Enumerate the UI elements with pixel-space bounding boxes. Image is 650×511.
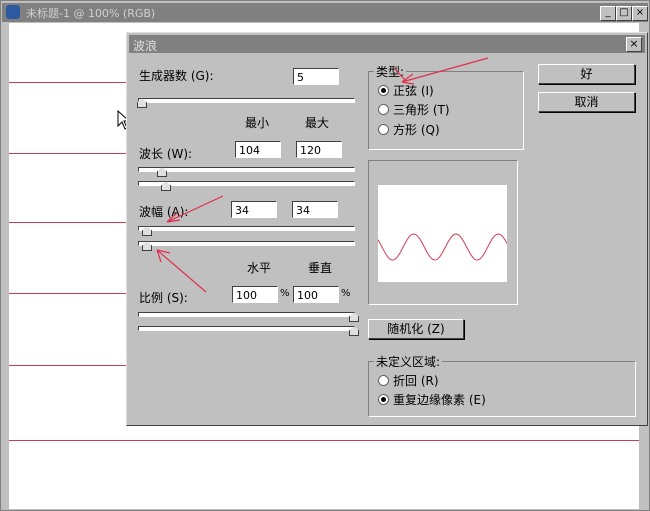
annotation-arrow-icon xyxy=(156,249,207,293)
annotation-arrow-icon xyxy=(401,57,489,85)
annotation-arrow-icon xyxy=(166,195,224,223)
annotation-arrow-icon xyxy=(393,67,406,81)
annotation-arrows xyxy=(156,57,489,293)
